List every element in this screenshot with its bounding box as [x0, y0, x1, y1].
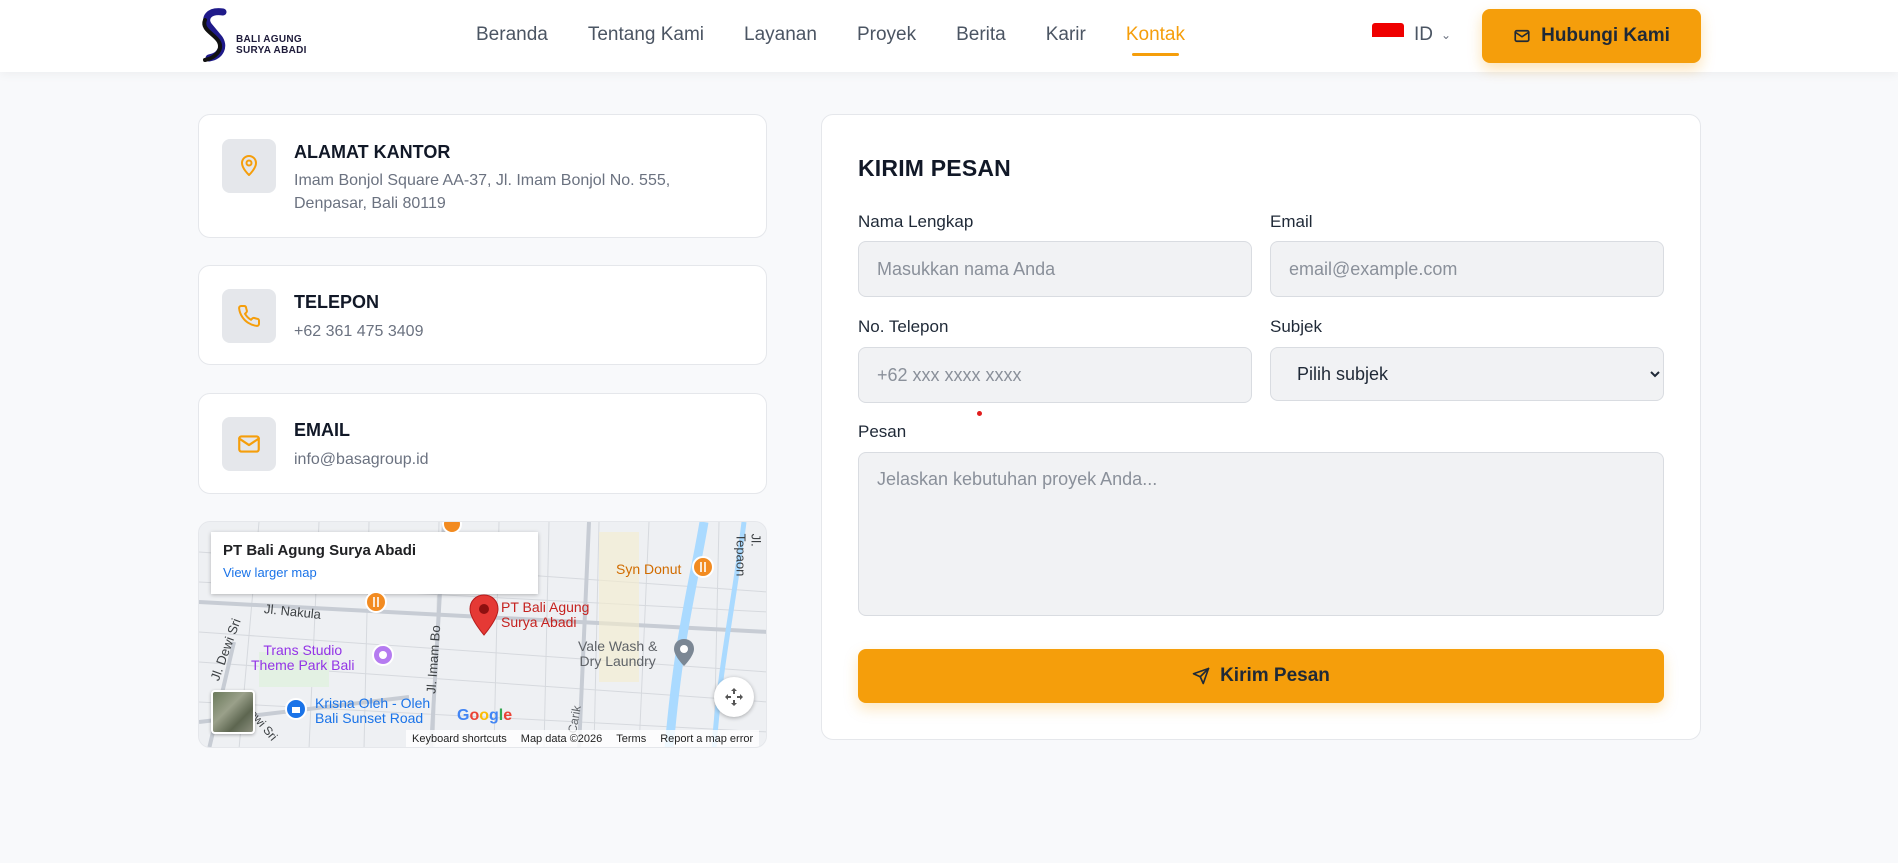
- location-map[interactable]: PT Bali Agung Surya Abadi View larger ma…: [198, 521, 767, 748]
- fullscreen-button[interactable]: [714, 677, 754, 717]
- language-selector[interactable]: ID ⌄: [1372, 23, 1452, 46]
- poi-krisna-line-2: Bali Sunset Road: [315, 710, 424, 726]
- form-title: KIRIM PESAN: [858, 155, 1011, 181]
- send-message-button[interactable]: Kirim Pesan: [858, 649, 1664, 703]
- email-card: EMAIL info@basagroup.id: [198, 393, 767, 494]
- keyboard-shortcuts-link[interactable]: Keyboard shortcuts: [412, 733, 507, 745]
- phone-input[interactable]: [858, 347, 1252, 403]
- street-tepaon: Jl. Tepaon: [733, 533, 764, 577]
- brand-name: BALI AGUNG SURYA ABADI: [236, 16, 307, 56]
- poi-krisna-line-1: Krisna Oleh - Oleh: [315, 695, 431, 711]
- address-card: ALAMAT KANTOR Imam Bonjol Square AA-37, …: [198, 114, 767, 238]
- logo-mark-icon: [197, 8, 233, 64]
- phone-value[interactable]: +62 361 475 3409: [294, 320, 423, 343]
- nav-item-beranda[interactable]: Beranda: [476, 24, 548, 46]
- address-line-2: Denpasar, Bali 80119: [294, 195, 446, 212]
- map-footer: Keyboard shortcuts Map data ©2026 Terms …: [406, 730, 760, 747]
- email-title: EMAIL: [294, 420, 350, 440]
- nav-item-berita[interactable]: Berita: [956, 24, 1006, 46]
- nav-item-karir[interactable]: Karir: [1046, 24, 1086, 46]
- language-code: ID: [1414, 24, 1433, 45]
- map-popup-title: PT Bali Agung Surya Abadi: [223, 542, 417, 559]
- email-value[interactable]: info@basagroup.id: [294, 448, 429, 471]
- map-info-popup: PT Bali Agung Surya Abadi View larger ma…: [211, 532, 538, 594]
- theme-park-icon: [372, 644, 394, 666]
- chevron-down-icon: ⌄: [1441, 28, 1452, 42]
- fullscreen-icon: [725, 688, 743, 706]
- send-icon: [1192, 667, 1210, 685]
- nav-item-kontak[interactable]: Kontak: [1126, 24, 1185, 56]
- satellite-toggle[interactable]: [211, 690, 255, 734]
- marker-label: PT Bali Agung Surya Abadi: [501, 600, 589, 630]
- validation-dot: [977, 411, 982, 416]
- poi-trans-line-2: Theme Park Bali: [251, 657, 355, 673]
- email-input[interactable]: [1270, 241, 1664, 297]
- map-pin-icon: [222, 139, 276, 193]
- nav-item-tentang-kami[interactable]: Tentang Kami: [588, 24, 704, 46]
- subject-select[interactable]: Pilih subjek: [1270, 347, 1664, 401]
- mail-icon: [1514, 29, 1530, 43]
- brand-logo[interactable]: BALI AGUNG SURYA ABADI: [197, 8, 312, 64]
- poi-krisna[interactable]: Krisna Oleh - Oleh Bali Sunset Road: [315, 696, 430, 726]
- nav-item-layanan[interactable]: Layanan: [744, 24, 817, 46]
- poi-trans-studio[interactable]: Trans Studio Theme Park Bali: [251, 643, 354, 673]
- contact-us-button[interactable]: Hubungi Kami: [1482, 9, 1701, 63]
- poi-vale-line-1: Vale Wash &: [578, 638, 658, 654]
- send-message-label: Kirim Pesan: [1220, 665, 1330, 686]
- poi-vale-wash[interactable]: Vale Wash & Dry Laundry: [578, 639, 657, 669]
- contact-us-label: Hubungi Kami: [1541, 25, 1670, 46]
- brand-line-2: SURYA ABADI: [236, 45, 307, 56]
- nav-item-proyek[interactable]: Proyek: [857, 24, 916, 46]
- restaurant-icon: [692, 556, 714, 578]
- phone-title: TELEPON: [294, 292, 380, 312]
- report-error-link[interactable]: Report a map error: [660, 733, 753, 745]
- location-marker-icon[interactable]: [469, 594, 499, 636]
- site-header: BALI AGUNG SURYA ABADI Beranda Tentang K…: [0, 0, 1898, 72]
- address-line-1: Imam Bonjol Square AA-37, Jl. Imam Bonjo…: [294, 172, 671, 189]
- poi-syn-donut[interactable]: Syn Donut: [616, 562, 681, 577]
- view-larger-map-link[interactable]: View larger map: [223, 565, 526, 580]
- phone-card: TELEPON +62 361 475 3409: [198, 265, 767, 365]
- contact-form: KIRIM PESAN Nama Lengkap Email No. Telep…: [821, 114, 1701, 740]
- name-label: Nama Lengkap: [858, 212, 974, 231]
- marker-label-1: PT Bali Agung: [501, 599, 590, 615]
- google-logo: Google: [457, 707, 513, 724]
- name-input[interactable]: [858, 241, 1252, 297]
- poi-trans-line-1: Trans Studio: [263, 642, 343, 658]
- subject-label: Subjek: [1270, 317, 1322, 336]
- brand-line-1: BALI AGUNG: [236, 34, 302, 45]
- address-title: ALAMAT KANTOR: [294, 142, 451, 162]
- email-label: Email: [1270, 212, 1313, 231]
- main-nav: Beranda Tentang Kami Layanan Proyek Beri…: [476, 24, 1225, 56]
- restaurant-icon: [442, 522, 462, 534]
- indonesia-flag-icon: [1372, 23, 1404, 37]
- marker-label-2: Surya Abadi: [501, 614, 577, 630]
- poi-vale-line-2: Dry Laundry: [579, 653, 656, 669]
- map-data-label: Map data ©2026: [520, 732, 603, 745]
- restaurant-icon: [365, 591, 387, 613]
- shopping-icon: [285, 698, 307, 720]
- terms-link[interactable]: Terms: [616, 733, 646, 745]
- laundry-pin-icon: [674, 639, 694, 666]
- phone-label: No. Telepon: [858, 317, 949, 336]
- mail-icon: [222, 417, 276, 471]
- message-label: Pesan: [858, 422, 907, 441]
- phone-icon: [222, 289, 276, 343]
- message-textarea[interactable]: [858, 452, 1664, 616]
